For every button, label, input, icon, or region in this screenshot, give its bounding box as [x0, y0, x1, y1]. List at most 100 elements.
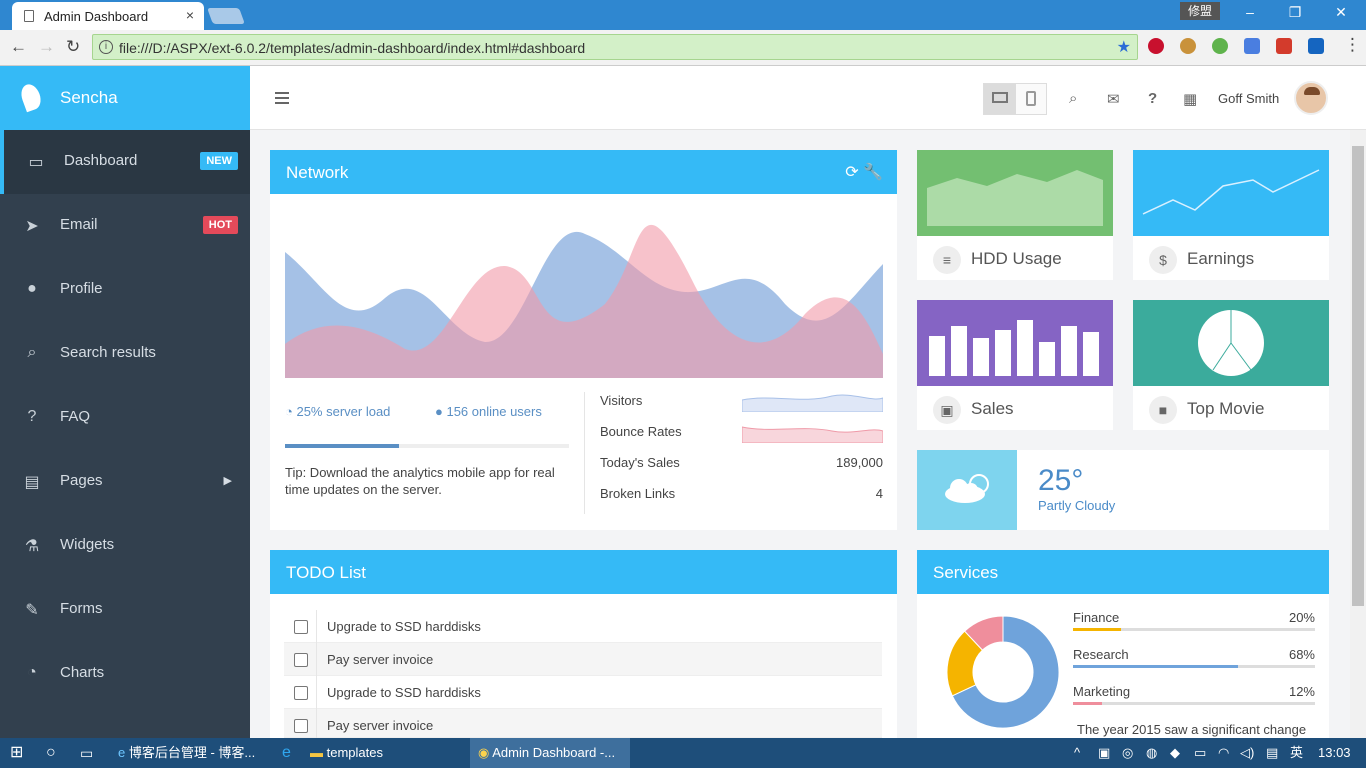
task-view-icon[interactable]: ▭ [80, 738, 93, 768]
service-row-marketing: Marketing 12% [1073, 684, 1315, 705]
tray-shield-icon[interactable]: ◆ [1170, 738, 1180, 768]
cookie-icon[interactable] [1180, 38, 1196, 54]
todo-checkbox[interactable] [294, 719, 308, 733]
tray-expand-icon[interactable]: ^ [1074, 738, 1080, 768]
tile-top-movie[interactable]: ■ Top Movie [1133, 300, 1329, 430]
video-icon: ■ [1149, 396, 1177, 424]
tab-close-icon[interactable]: × [186, 7, 194, 23]
online-users: ● 156 online users [435, 404, 542, 419]
help-icon[interactable]: ? [1148, 90, 1157, 107]
paper-plane-icon: ➤ [25, 218, 39, 235]
chrome-icon: ◉ [478, 745, 490, 760]
sidebar-item-email[interactable]: ➤ Email HOT [0, 194, 250, 258]
services-note: The year 2015 saw a significant change [1077, 722, 1307, 737]
todo-item[interactable]: Pay server invoice [284, 643, 882, 676]
pie-icon: ◔ [27, 664, 37, 681]
tray-app-icon[interactable]: ◎ [1122, 738, 1133, 768]
new-badge: NEW [200, 152, 238, 170]
scrollbar-thumb[interactable] [1352, 146, 1364, 606]
sidebar-item-label: Widgets [60, 536, 115, 553]
panel-title: Network [286, 163, 349, 182]
address-bar: ← → ↻ i file:///D:/ASPX/ext-6.0.2/templa… [0, 30, 1366, 66]
sidebar-item-pages[interactable]: ▤ Pages ▶ [0, 450, 250, 514]
cortana-icon[interactable]: ○ [46, 738, 56, 768]
blue-extension-icon[interactable] [1308, 38, 1324, 54]
wrench-icon[interactable]: 🔧 [863, 164, 883, 181]
avatar[interactable] [1294, 81, 1328, 115]
search-icon[interactable]: ⌕ [1069, 90, 1077, 107]
close-window-icon[interactable]: ✕ [1326, 4, 1356, 21]
sidebar-item-label: FAQ [60, 408, 91, 425]
tray-app-icon[interactable]: ▣ [1098, 738, 1110, 768]
brand-name: Sencha [60, 88, 118, 107]
volume-icon[interactable]: ◁) [1240, 738, 1254, 768]
refresh-icon[interactable]: ⟳ [845, 164, 858, 181]
load-progress-bar [285, 444, 569, 448]
sidebar-item-faq[interactable]: ? FAQ [0, 386, 250, 450]
tile-hdd-usage[interactable]: ≡ HDD Usage [917, 150, 1113, 280]
tablet-view-icon[interactable] [1026, 91, 1036, 106]
tray-app-icon[interactable]: ◍ [1146, 738, 1157, 768]
input-language[interactable]: 英 [1290, 738, 1303, 768]
info-icon[interactable]: i [99, 40, 113, 54]
expand-arrow-icon[interactable]: ▶ [224, 474, 232, 487]
edge-icon[interactable]: e [282, 738, 291, 768]
sidebar-item-dashboard[interactable]: ▭ Dashboard NEW [0, 130, 250, 194]
clock[interactable]: 13:03 [1318, 738, 1351, 768]
adblock-icon[interactable] [1148, 38, 1164, 54]
todo-item[interactable]: Pay server invoice [284, 709, 882, 742]
bookmark-star-icon[interactable]: ★ [1117, 37, 1131, 57]
taskbar-item-label: Admin Dashboard -... [492, 745, 616, 760]
notification-icon[interactable]: ▤ [1266, 738, 1278, 768]
tile-label: Earnings [1187, 249, 1255, 268]
translate-icon[interactable] [1244, 38, 1260, 54]
hdd-area-chart [927, 170, 1103, 226]
todo-checkbox[interactable] [294, 653, 308, 667]
stat-label: Visitors [600, 393, 643, 408]
url-field[interactable]: i file:///D:/ASPX/ext-6.0.2/templates/ad… [92, 34, 1138, 60]
sidebar-item-widgets[interactable]: ⚗ Widgets [0, 514, 250, 578]
reload-icon[interactable]: ↻ [66, 37, 80, 57]
sidebar-item-search-results[interactable]: ⌕ Search results [0, 322, 250, 386]
battery-icon[interactable]: ▭ [1194, 738, 1206, 768]
scrollbar[interactable] [1350, 130, 1366, 738]
todo-item[interactable]: Upgrade to SSD harddisks [284, 610, 882, 643]
todo-item[interactable]: Upgrade to SSD harddisks [284, 676, 882, 709]
green-extension-icon[interactable] [1212, 38, 1228, 54]
service-bar [1073, 665, 1315, 668]
tile-earnings[interactable]: $ Earnings [1133, 150, 1329, 280]
minimize-icon[interactable]: – [1235, 4, 1265, 20]
sales-bar-chart [929, 320, 1099, 376]
color-extension-icon[interactable] [1276, 38, 1292, 54]
tile-sales[interactable]: ▣ Sales [917, 300, 1113, 430]
taskbar-item-active[interactable]: ◉ Admin Dashboard -... [470, 738, 630, 768]
folder-icon: ▬ [310, 745, 323, 760]
new-tab-button[interactable] [207, 8, 245, 24]
taskbar-item[interactable]: e 博客后台管理 - 博客... [118, 738, 266, 768]
server-load: ◔ 25% server load [285, 404, 391, 419]
menu-icon[interactable]: ⋮ [1344, 35, 1361, 55]
wifi-icon[interactable]: ◠ [1218, 738, 1229, 768]
service-bar-fill [1073, 702, 1103, 705]
restore-icon[interactable]: ❐ [1280, 4, 1310, 21]
windows-start-icon[interactable]: ⊞ [10, 738, 23, 768]
brand[interactable]: Sencha [0, 66, 250, 130]
load-progress-fill [285, 444, 399, 448]
sidebar-item-charts[interactable]: ◔ Charts [0, 642, 250, 706]
service-name: Finance [1073, 610, 1120, 625]
browser-tab[interactable]: Admin Dashboard × [12, 2, 204, 30]
todo-checkbox[interactable] [294, 620, 308, 634]
sidebar-item-profile[interactable]: ● Profile [0, 258, 250, 322]
hamburger-menu-icon[interactable] [275, 92, 289, 104]
grid-icon[interactable]: ▦ [1183, 90, 1197, 108]
todo-checkbox[interactable] [294, 686, 308, 700]
sidebar-item-forms[interactable]: ✎ Forms [0, 578, 250, 642]
taskbar-item[interactable]: ▬ templates [310, 738, 460, 768]
tile-chart [1133, 150, 1329, 236]
envelope-icon[interactable]: ✉ [1107, 90, 1120, 108]
user-name[interactable]: Goff Smith [1218, 91, 1279, 106]
service-bar-fill [1073, 665, 1238, 668]
back-icon[interactable]: ← [10, 37, 27, 57]
desktop-view-button[interactable] [984, 84, 1016, 114]
forward-icon[interactable]: → [38, 37, 55, 57]
